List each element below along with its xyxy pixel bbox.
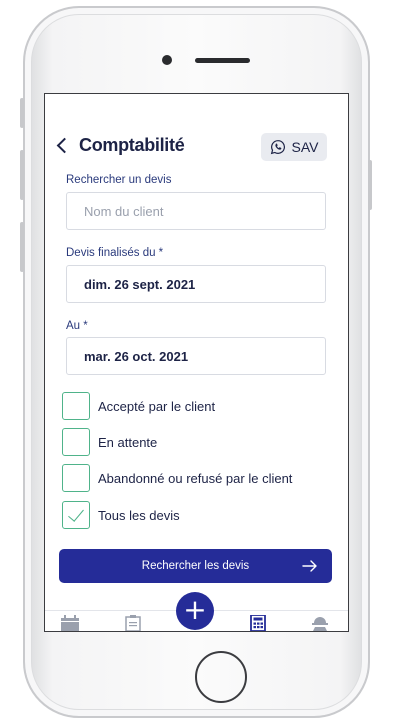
date-to-field[interactable]: mar. 26 oct. 2021 xyxy=(66,337,326,375)
search-quotes-label: Rechercher les devis xyxy=(141,560,250,572)
camera-icon xyxy=(162,55,172,65)
date-to-label: Au * xyxy=(66,320,88,332)
page-title: Comptabilité xyxy=(79,135,185,155)
filter-all-checkbox[interactable] xyxy=(62,501,90,529)
speaker-grille xyxy=(195,58,250,63)
volume-down-button xyxy=(20,222,24,272)
sav-label: SAV xyxy=(291,139,319,155)
add-button[interactable]: + xyxy=(176,592,214,630)
search-quotes-button[interactable]: Rechercher les devis xyxy=(59,549,332,583)
filter-refused-checkbox[interactable] xyxy=(62,464,90,492)
filter-accepted-label: Accepté par le client xyxy=(98,398,216,414)
filter-refused[interactable]: Abandonné ou refusé par le client xyxy=(62,463,292,493)
worker-icon[interactable] xyxy=(310,615,330,631)
search-field[interactable] xyxy=(66,192,326,230)
add-icon: + xyxy=(183,593,207,626)
date-from-label: Devis finalisés du * xyxy=(66,247,164,259)
back-chevron-icon[interactable] xyxy=(56,137,73,154)
calculator-icon[interactable] xyxy=(248,615,268,631)
arrow-right-icon xyxy=(302,560,317,572)
whatsapp-icon xyxy=(270,140,285,155)
date-from-value: dim. 26 sept. 2021 xyxy=(84,276,196,292)
filter-refused-label: Abandonné ou refusé par le client xyxy=(98,470,293,486)
filter-pending[interactable]: En attente xyxy=(62,427,157,457)
filter-pending-checkbox[interactable] xyxy=(62,428,90,456)
app-screen: Comptabilité SAV Rechercher un devis Dev… xyxy=(44,93,349,632)
volume-up-button xyxy=(20,150,24,200)
clipboard-icon[interactable] xyxy=(123,615,143,631)
filter-pending-label: En attente xyxy=(98,434,158,450)
filter-all[interactable]: Tous les devis xyxy=(62,500,180,530)
filter-accepted-checkbox[interactable] xyxy=(62,392,90,420)
date-from-field[interactable]: dim. 26 sept. 2021 xyxy=(66,265,326,303)
mute-switch xyxy=(20,98,24,128)
home-button[interactable] xyxy=(195,651,247,703)
calendar-icon[interactable] xyxy=(60,615,80,631)
filter-accepted[interactable]: Accepté par le client xyxy=(62,391,215,421)
date-to-value: mar. 26 oct. 2021 xyxy=(84,348,189,364)
filter-all-label: Tous les devis xyxy=(98,507,180,523)
search-input[interactable] xyxy=(84,203,325,219)
search-label: Rechercher un devis xyxy=(66,174,172,186)
sav-button[interactable]: SAV xyxy=(261,133,327,161)
power-button xyxy=(368,160,372,210)
header: Comptabilité SAV xyxy=(45,132,348,162)
